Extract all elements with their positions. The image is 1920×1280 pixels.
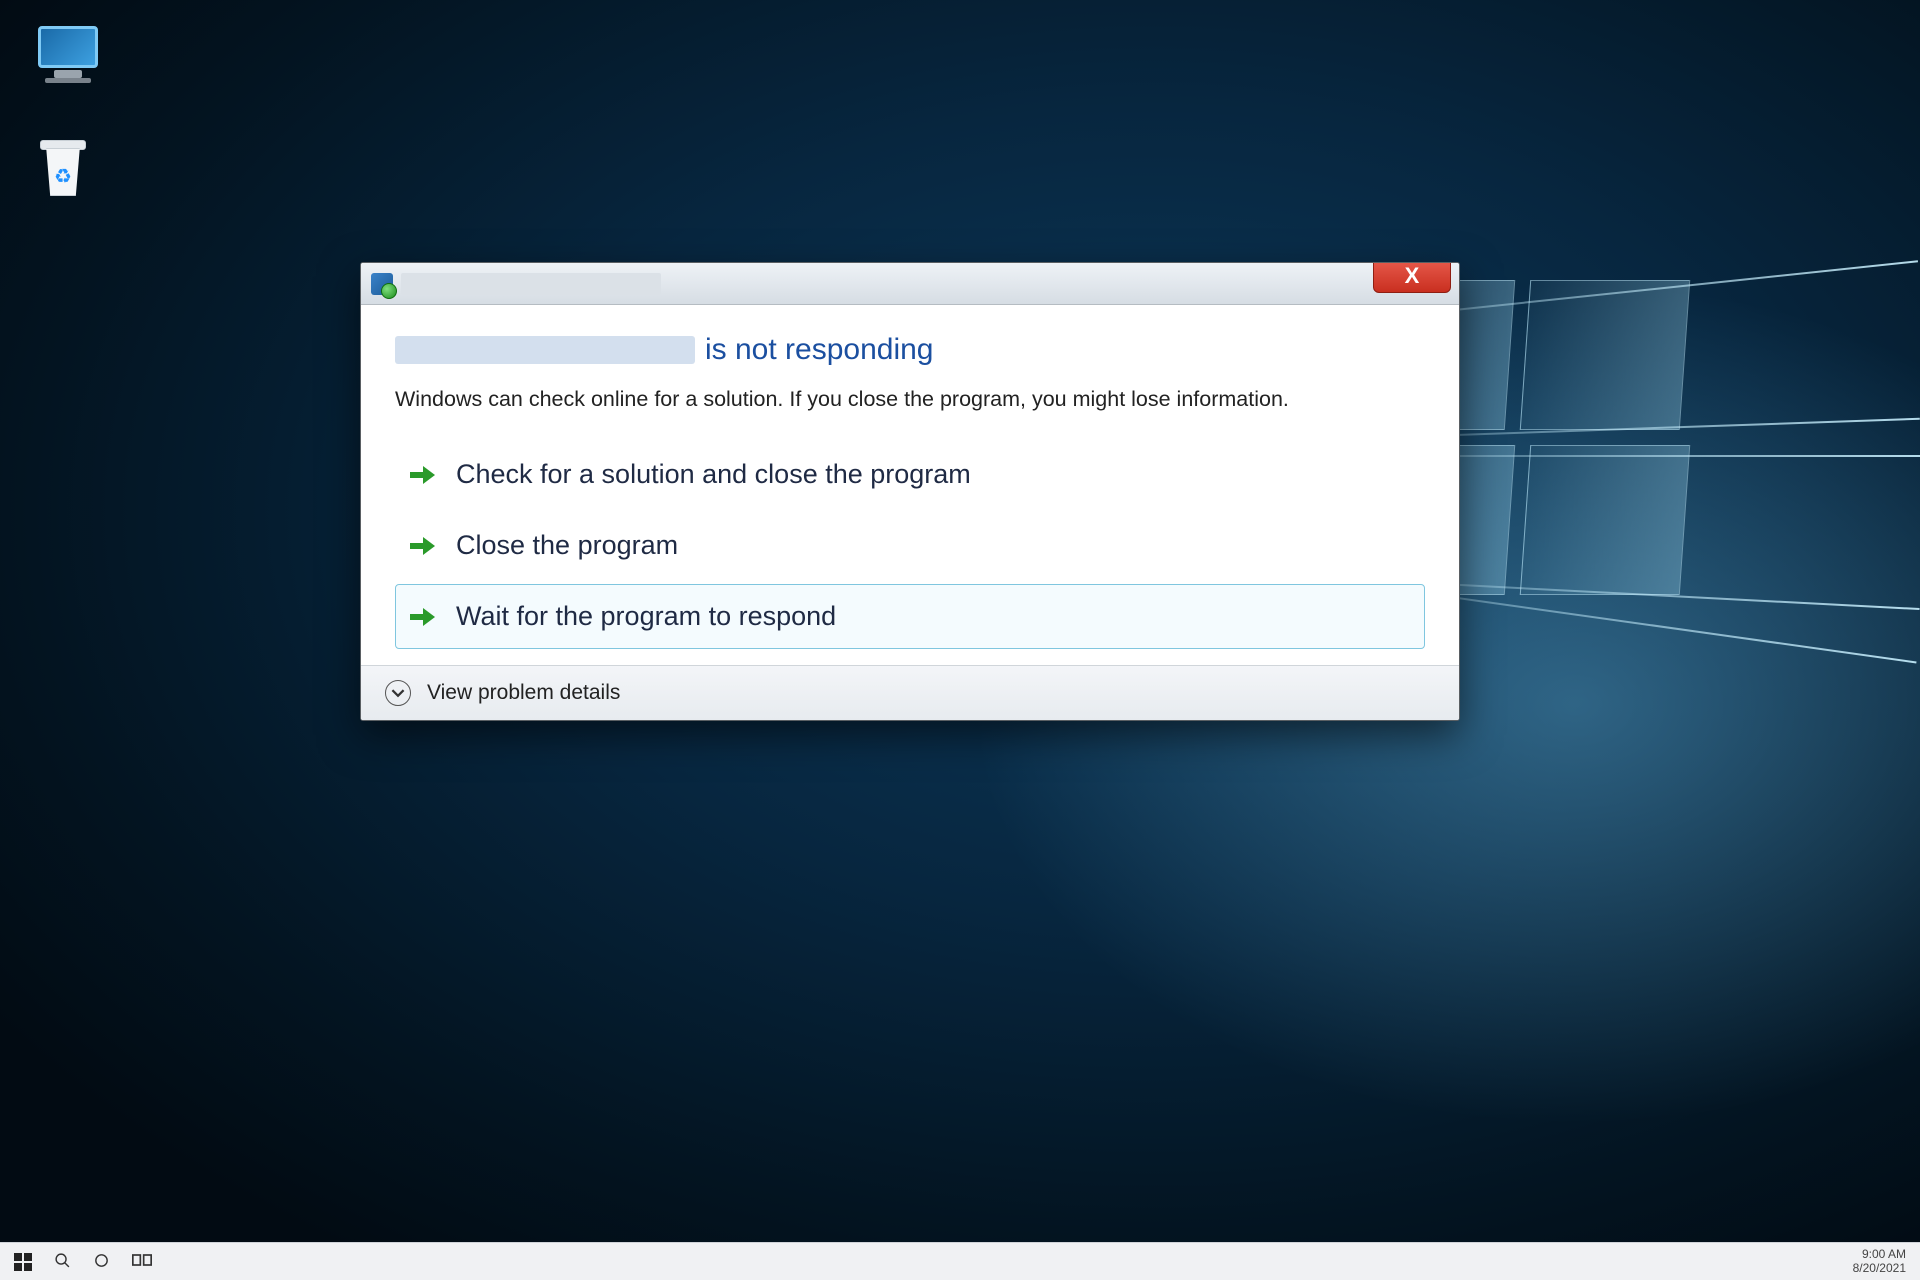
dialog-description: Windows can check online for a solution.…: [395, 385, 1335, 414]
dialog-title-redacted: [401, 273, 661, 295]
task-view-icon[interactable]: [132, 1252, 152, 1271]
dialog-body: is not responding Windows can check onli…: [361, 305, 1459, 665]
cortana-icon[interactable]: [93, 1252, 110, 1272]
arrow-right-icon: [410, 604, 436, 630]
option-label: Check for a solution and close the progr…: [456, 459, 971, 490]
app-icon: [371, 273, 393, 295]
heading-suffix: is not responding: [705, 333, 934, 367]
option-wait[interactable]: Wait for the program to respond: [395, 584, 1425, 649]
arrow-right-icon: [410, 533, 436, 559]
option-label: Wait for the program to respond: [456, 601, 836, 632]
dialog-heading: is not responding: [395, 333, 1425, 367]
close-button[interactable]: X: [1373, 262, 1451, 293]
option-check-solution[interactable]: Check for a solution and close the progr…: [395, 442, 1425, 507]
desktop-background: ♻ X is not responding Windows can check …: [0, 0, 1920, 1280]
dialog-titlebar[interactable]: X: [361, 263, 1459, 305]
arrow-right-icon: [410, 462, 436, 488]
dialog-options: Check for a solution and close the progr…: [395, 442, 1425, 665]
taskbar[interactable]: 9:00 AM 8/20/2021: [0, 1242, 1920, 1280]
option-label: Close the program: [456, 530, 678, 561]
option-close-program[interactable]: Close the program: [395, 513, 1425, 578]
clock-date: 8/20/2021: [1853, 1262, 1906, 1275]
monitor-icon: [38, 26, 98, 68]
desktop-icon-recycle-bin[interactable]: ♻: [38, 138, 88, 198]
system-tray-clock[interactable]: 9:00 AM 8/20/2021: [1853, 1248, 1920, 1274]
details-label: View problem details: [427, 681, 620, 705]
program-name-redacted: [395, 336, 695, 364]
clock-time: 9:00 AM: [1853, 1248, 1906, 1261]
close-icon: X: [1405, 263, 1420, 289]
start-button[interactable]: [14, 1253, 32, 1271]
chevron-down-icon: [385, 680, 411, 706]
view-problem-details[interactable]: View problem details: [361, 665, 1459, 720]
recycle-bin-icon: ♻: [38, 138, 88, 198]
not-responding-dialog: X is not responding Windows can check on…: [360, 262, 1460, 721]
desktop-icon-this-pc[interactable]: [38, 26, 98, 83]
search-icon[interactable]: [54, 1252, 71, 1272]
